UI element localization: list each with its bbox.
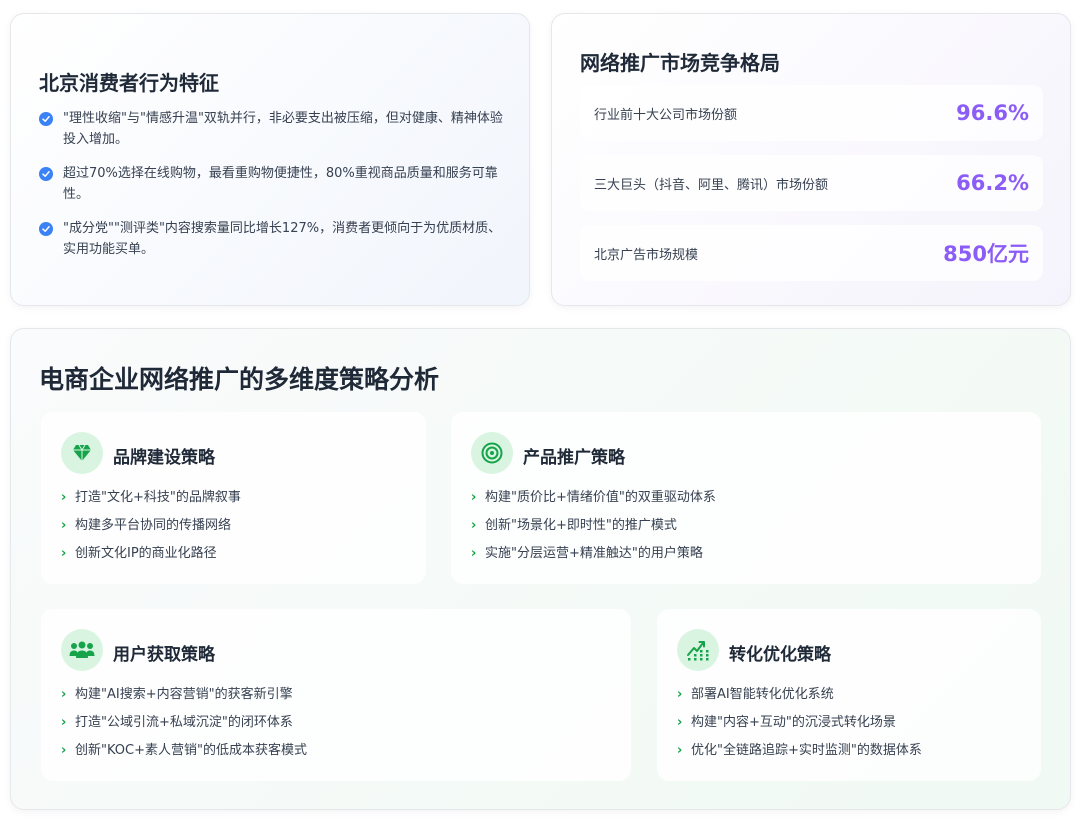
stat-label: 三大巨头（抖音、阿里、腾讯）市场份额 bbox=[594, 177, 829, 193]
list-item-text: 构建"内容+互动"的沉浸式转化场景 bbox=[691, 715, 896, 730]
list-item-text: 实施"分层运营+精准触达"的用户策略 bbox=[485, 546, 703, 561]
growth-chart-icon bbox=[677, 629, 719, 671]
list-item: › 创新"KOC+素人营销"的低成本获客模式 bbox=[61, 737, 307, 765]
strategy-analysis-card: 电商企业网络推广的多维度策略分析 品牌建设策略 › 打造"文化+科技"的品牌叙事 … bbox=[10, 328, 1071, 810]
consumer-item-text: 超过70%选择在线购物，最看重购物便捷性，80%重视商品质量和服务可靠性。 bbox=[63, 166, 498, 202]
list-item-text: 部署AI智能转化优化系统 bbox=[691, 687, 834, 702]
consumer-behavior-card: 北京消费者行为特征 "理性收缩"与"情感升温"双轨并行，非必要支出被压缩，但对健… bbox=[10, 13, 530, 306]
list-item: "理性收缩"与"情感升温"双轨并行，非必要支出被压缩，但对健康、精神体验投入增加… bbox=[39, 108, 509, 150]
stat-label: 行业前十大公司市场份额 bbox=[594, 107, 738, 123]
market-card-title: 网络推广市场竞争格局 bbox=[580, 51, 780, 75]
chevron-right-icon: › bbox=[61, 546, 67, 561]
list-item: 超过70%选择在线购物，最看重购物便捷性，80%重视商品质量和服务可靠性。 bbox=[39, 163, 509, 205]
user-strategy-title: 用户获取策略 bbox=[113, 645, 215, 665]
brand-strategy-panel: 品牌建设策略 › 打造"文化+科技"的品牌叙事 › 构建多平台协同的传播网络 › 创新… bbox=[41, 412, 426, 584]
chevron-right-icon: › bbox=[677, 743, 683, 758]
check-circle-icon bbox=[39, 167, 53, 181]
list-item: › 构建"AI搜索+内容营销"的获客新引擎 bbox=[61, 681, 307, 709]
product-strategy-list: › 构建"质价比+情绪价值"的双重驱动体系 › 创新"场景化+即时性"的推广模式 ›… bbox=[471, 484, 716, 568]
list-item: "成分党""测评类"内容搜索量同比增长127%，消费者更倾向于为优质材质、实用功… bbox=[39, 218, 509, 260]
chevron-right-icon: › bbox=[471, 546, 477, 561]
chevron-right-icon: › bbox=[61, 743, 67, 758]
stat-value: 96.6% bbox=[956, 101, 1029, 125]
diamond-icon bbox=[61, 432, 103, 474]
list-item: › 实施"分层运营+精准触达"的用户策略 bbox=[471, 540, 716, 568]
stat-label: 北京广告市场规模 bbox=[594, 247, 699, 263]
brand-strategy-list: › 打造"文化+科技"的品牌叙事 › 构建多平台协同的传播网络 › 创新文化IP的商业… bbox=[61, 484, 241, 568]
consumer-bullet-list: "理性收缩"与"情感升温"双轨并行，非必要支出被压缩，但对健康、精神体验投入增加… bbox=[39, 108, 509, 273]
chevron-right-icon: › bbox=[61, 518, 67, 533]
list-item: › 打造"文化+科技"的品牌叙事 bbox=[61, 484, 241, 512]
chevron-right-icon: › bbox=[61, 490, 67, 505]
chevron-right-icon: › bbox=[677, 715, 683, 730]
chevron-right-icon: › bbox=[61, 687, 67, 702]
list-item-text: 优化"全链路追踪+实时监测"的数据体系 bbox=[691, 743, 922, 758]
list-item: › 创新"场景化+即时性"的推广模式 bbox=[471, 512, 716, 540]
conversion-strategy-list: › 部署AI智能转化优化系统 › 构建"内容+互动"的沉浸式转化场景 › 优化"全链路… bbox=[677, 681, 922, 765]
list-item: › 优化"全链路追踪+实时监测"的数据体系 bbox=[677, 737, 922, 765]
list-item-text: 构建"质价比+情绪价值"的双重驱动体系 bbox=[485, 490, 716, 505]
chevron-right-icon: › bbox=[677, 687, 683, 702]
check-circle-icon bbox=[39, 222, 53, 236]
list-item-text: 打造"文化+科技"的品牌叙事 bbox=[75, 490, 241, 505]
chevron-right-icon: › bbox=[471, 518, 477, 533]
list-item: › 打造"公域引流+私域沉淀"的闭环体系 bbox=[61, 709, 307, 737]
check-circle-icon bbox=[39, 112, 53, 126]
stat-row: 三大巨头（抖音、阿里、腾讯）市场份额 66.2% bbox=[580, 155, 1043, 211]
conversion-strategy-title: 转化优化策略 bbox=[729, 645, 831, 665]
list-item-text: 构建多平台协同的传播网络 bbox=[75, 518, 232, 533]
product-strategy-title: 产品推广策略 bbox=[523, 448, 625, 468]
stat-row: 行业前十大公司市场份额 96.6% bbox=[580, 85, 1043, 141]
stat-row: 北京广告市场规模 850亿元 bbox=[580, 225, 1043, 281]
list-item: › 构建"内容+互动"的沉浸式转化场景 bbox=[677, 709, 922, 737]
users-icon bbox=[61, 629, 103, 671]
chevron-right-icon: › bbox=[61, 715, 67, 730]
strategy-card-title: 电商企业网络推广的多维度策略分析 bbox=[39, 365, 440, 394]
list-item-text: 创新"场景化+即时性"的推广模式 bbox=[485, 518, 677, 533]
list-item: › 部署AI智能转化优化系统 bbox=[677, 681, 922, 709]
stat-value: 66.2% bbox=[956, 171, 1029, 195]
list-item-text: 打造"公域引流+私域沉淀"的闭环体系 bbox=[75, 715, 293, 730]
list-item-text: 构建"AI搜索+内容营销"的获客新引擎 bbox=[75, 687, 293, 702]
user-strategy-panel: 用户获取策略 › 构建"AI搜索+内容营销"的获客新引擎 › 打造"公域引流+私域沉… bbox=[41, 609, 631, 781]
list-item-text: 创新文化IP的商业化路径 bbox=[75, 546, 217, 561]
stat-value: 850亿元 bbox=[943, 242, 1029, 266]
brand-strategy-title: 品牌建设策略 bbox=[113, 448, 215, 468]
consumer-item-text: "成分党""测评类"内容搜索量同比增长127%，消费者更倾向于为优质材质、实用功… bbox=[63, 221, 502, 257]
chevron-right-icon: › bbox=[471, 490, 477, 505]
target-icon bbox=[471, 432, 513, 474]
list-item-text: 创新"KOC+素人营销"的低成本获客模式 bbox=[75, 743, 307, 758]
list-item: › 构建多平台协同的传播网络 bbox=[61, 512, 241, 540]
conversion-strategy-panel: 转化优化策略 › 部署AI智能转化优化系统 › 构建"内容+互动"的沉浸式转化场景 … bbox=[657, 609, 1041, 781]
consumer-item-text: "理性收缩"与"情感升温"双轨并行，非必要支出被压缩，但对健康、精神体验投入增加… bbox=[63, 111, 503, 147]
list-item: › 创新文化IP的商业化路径 bbox=[61, 540, 241, 568]
consumer-card-title: 北京消费者行为特征 bbox=[39, 71, 219, 95]
market-competition-card: 网络推广市场竞争格局 行业前十大公司市场份额 96.6% 三大巨头（抖音、阿里、… bbox=[551, 13, 1071, 306]
user-strategy-list: › 构建"AI搜索+内容营销"的获客新引擎 › 打造"公域引流+私域沉淀"的闭环体系… bbox=[61, 681, 307, 765]
list-item: › 构建"质价比+情绪价值"的双重驱动体系 bbox=[471, 484, 716, 512]
product-strategy-panel: 产品推广策略 › 构建"质价比+情绪价值"的双重驱动体系 › 创新"场景化+即时性"… bbox=[451, 412, 1041, 584]
